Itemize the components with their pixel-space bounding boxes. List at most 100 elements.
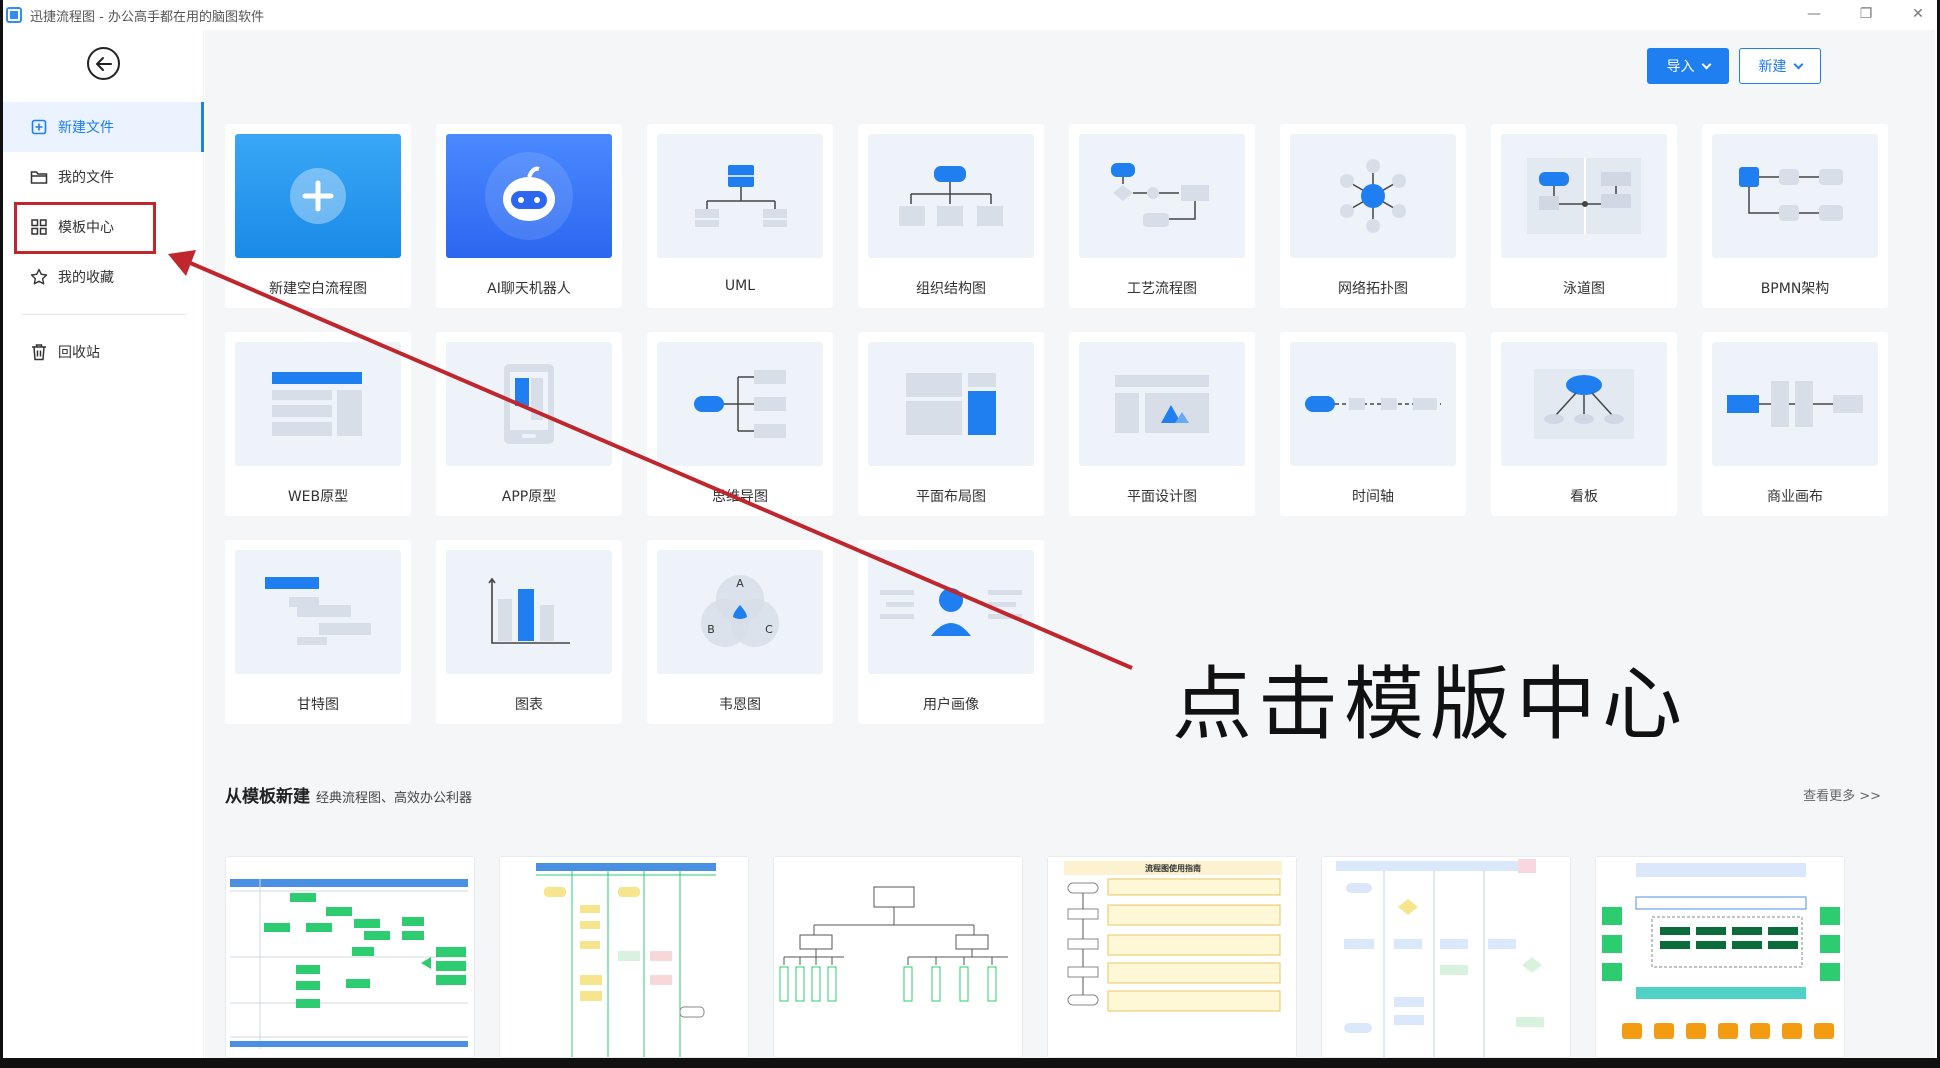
process-flow-icon: [1111, 163, 1209, 227]
card-web-prototype[interactable]: WEB原型: [225, 332, 411, 516]
app-logo-icon: [6, 7, 22, 23]
card-thumbnail: [657, 342, 823, 466]
card-thumbnail: [657, 134, 823, 258]
card-mindmap[interactable]: 思维导图: [647, 332, 833, 516]
sidebar-divider: [21, 314, 186, 315]
app-prototype-icon: [504, 364, 554, 444]
add-file-icon: [30, 118, 48, 136]
card-business-canvas[interactable]: 商业画布: [1702, 332, 1888, 516]
card-thumbnail: [1290, 342, 1456, 466]
template-thumbnail: [1322, 857, 1570, 1057]
card-label: 用户画像: [923, 697, 979, 713]
main-content: 导入 新建 新建空白流程图 AI聊天机器人 UML 组织结构图 工艺流程图 网络…: [205, 30, 1935, 1058]
star-icon: [30, 268, 48, 286]
card-org-chart[interactable]: 组织结构图: [858, 124, 1044, 308]
arrow-left-icon: [95, 56, 112, 71]
web-prototype-icon: [272, 372, 362, 436]
card-label: 网络拓扑图: [1338, 281, 1408, 297]
plus-icon: [290, 168, 346, 224]
card-thumbnail: [235, 550, 401, 674]
kanban-icon: [1534, 369, 1634, 439]
import-button[interactable]: 导入: [1647, 48, 1729, 84]
templates-section-subtitle: 经典流程图、高效办公利器: [316, 791, 473, 806]
back-button[interactable]: [87, 47, 120, 80]
window-frame-bottom: [0, 1058, 1940, 1068]
template-thumbnail: [1596, 857, 1844, 1057]
template-card[interactable]: [1321, 856, 1571, 1058]
card-floor-plan[interactable]: 平面布局图: [858, 332, 1044, 516]
template-card[interactable]: [499, 856, 749, 1058]
card-venn[interactable]: A B C 韦恩图: [647, 540, 833, 724]
card-ai-chatbot[interactable]: AI聊天机器人: [436, 124, 622, 308]
card-label: 泳道图: [1563, 281, 1605, 297]
template-card[interactable]: [225, 856, 475, 1058]
folder-icon: [30, 168, 48, 186]
swimlane-icon: [1527, 158, 1641, 234]
template-center-highlight-box: [14, 202, 156, 254]
template-card[interactable]: 流程图使用指南: [1047, 856, 1297, 1058]
card-thumbnail: [446, 550, 612, 674]
card-thumbnail: [446, 134, 612, 258]
new-button[interactable]: 新建: [1739, 48, 1821, 84]
minimize-button[interactable]: —: [1802, 4, 1826, 24]
graphic-design-icon: [1115, 375, 1209, 433]
timeline-icon: [1305, 396, 1441, 412]
card-timeline[interactable]: 时间轴: [1280, 332, 1466, 516]
card-label: 甘特图: [297, 697, 339, 713]
floor-plan-icon: [906, 373, 996, 435]
card-thumbnail: [1501, 134, 1667, 258]
card-app-prototype[interactable]: APP原型: [436, 332, 622, 516]
sidebar-item-trash[interactable]: 回收站: [3, 327, 204, 377]
business-canvas-icon: [1727, 381, 1863, 427]
card-thumbnail: [868, 134, 1034, 258]
template-heading: 流程图使用指南: [1145, 863, 1201, 873]
card-label: 时间轴: [1352, 489, 1394, 505]
card-chart[interactable]: 图表: [436, 540, 622, 724]
card-label: 工艺流程图: [1127, 281, 1197, 297]
annotation-callout-text: 点击模版中心: [1172, 658, 1688, 751]
card-thumbnail: [1712, 342, 1878, 466]
sidebar-item-my-files[interactable]: 我的文件: [3, 152, 204, 202]
card-swimlane[interactable]: 泳道图: [1491, 124, 1677, 308]
card-new-blank-flowchart[interactable]: 新建空白流程图: [225, 124, 411, 308]
card-process-flow[interactable]: 工艺流程图: [1069, 124, 1255, 308]
restore-button[interactable]: ❐: [1854, 4, 1878, 24]
sidebar-item-label: 回收站: [58, 345, 100, 361]
card-label: 新建空白流程图: [269, 281, 367, 297]
card-thumbnail: [1079, 134, 1245, 258]
card-graphic-design[interactable]: 平面设计图: [1069, 332, 1255, 516]
trash-icon: [30, 343, 48, 361]
card-thumbnail: [1079, 342, 1245, 466]
venn-label-a: A: [736, 577, 744, 590]
card-kanban[interactable]: 看板: [1491, 332, 1677, 516]
sidebar-item-favorites[interactable]: 我的收藏: [3, 252, 204, 302]
card-label: BPMN架构: [1760, 281, 1830, 297]
template-thumbnail: 流程图使用指南: [1048, 857, 1296, 1057]
card-network-topology[interactable]: 网络拓扑图: [1280, 124, 1466, 308]
close-button[interactable]: ✕: [1906, 4, 1930, 24]
card-label: AI聊天机器人: [487, 281, 571, 297]
sidebar-item-label: 我的收藏: [58, 270, 114, 286]
sidebar-item-label: 新建文件: [58, 120, 114, 136]
template-thumbnail: [226, 857, 474, 1057]
template-card[interactable]: [773, 856, 1023, 1058]
template-card[interactable]: [1595, 856, 1845, 1058]
card-bpmn[interactable]: BPMN架构: [1702, 124, 1888, 308]
org-chart-icon: [899, 166, 1003, 226]
see-more-link[interactable]: 查看更多 >>: [1803, 785, 1881, 804]
venn-icon: A B C: [701, 575, 779, 647]
card-label: 平面布局图: [916, 489, 986, 505]
card-thumbnail: A B C: [657, 550, 823, 674]
sidebar-item-new-file[interactable]: 新建文件: [3, 102, 204, 152]
title-bar: 迅捷流程图 - 办公高手都在用的脑图软件 — ❐ ✕: [0, 0, 1940, 30]
card-label: WEB原型: [287, 489, 349, 505]
card-thumbnail: [1712, 134, 1878, 258]
template-thumbnail: [774, 857, 1022, 1057]
card-uml[interactable]: UML: [647, 124, 833, 308]
chevron-down-icon: [1701, 59, 1711, 69]
chevron-down-icon: [1793, 59, 1803, 69]
window-title: 迅捷流程图 - 办公高手都在用的脑图软件: [30, 9, 264, 25]
card-thumbnail: [868, 550, 1034, 674]
card-gantt[interactable]: 甘特图: [225, 540, 411, 724]
card-user-persona[interactable]: 用户画像: [858, 540, 1044, 724]
